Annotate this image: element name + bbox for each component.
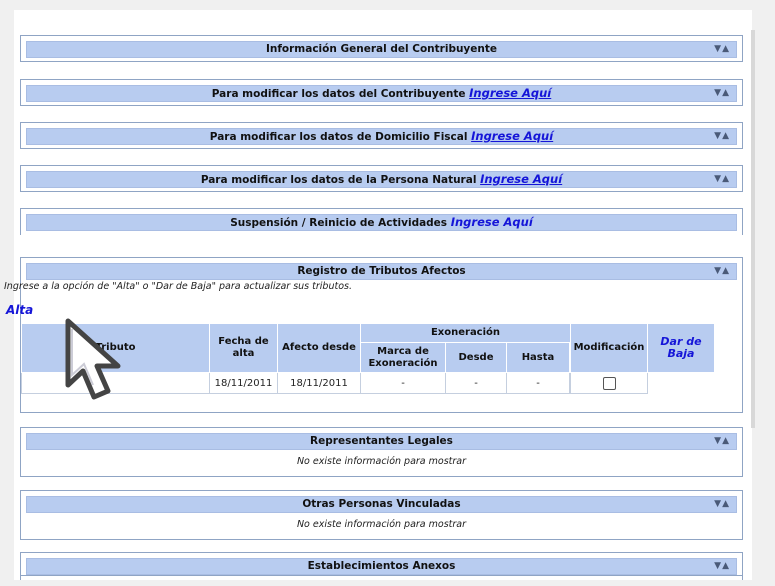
- col-desde: Desde: [445, 342, 507, 373]
- panel-header[interactable]: Otras Personas Vinculadas ▼▲: [26, 496, 737, 513]
- collapse-expand-icon[interactable]: ▼▲: [714, 264, 730, 279]
- panel-info-general: Información General del Contribuyente ▼▲: [20, 35, 743, 62]
- col-afecto-desde: Afecto desde: [277, 323, 361, 373]
- panel-header[interactable]: Registro de Tributos Afectos ▼▲: [26, 263, 737, 280]
- ingrese-aqui-link[interactable]: Ingrese Aquí: [480, 172, 562, 186]
- cell-desde: -: [445, 372, 507, 394]
- panel-title: Para modificar los datos de Domicilio Fi…: [209, 131, 468, 143]
- panel-title: Información General del Contribuyente: [265, 43, 498, 55]
- col-fecha-alta: Fecha de alta: [209, 323, 278, 373]
- panel-suspension: Suspensión / Reinicio de Actividades Ing…: [20, 208, 743, 235]
- collapse-expand-icon[interactable]: ▼▲: [714, 172, 730, 187]
- cell-marca: -: [360, 372, 446, 394]
- tributos-instructions: Ingrese a la opción de "Alta" o "Dar de …: [4, 281, 352, 292]
- panel-title: Otras Personas Vinculadas: [302, 498, 461, 510]
- panel-header: Para modificar los datos de Domicilio Fi…: [26, 128, 737, 145]
- panel-header: Suspensión / Reinicio de Actividades Ing…: [26, 214, 737, 231]
- alta-link[interactable]: Alta: [6, 303, 33, 317]
- ingrese-aqui-link[interactable]: Ingrese Aquí: [469, 86, 551, 100]
- ingrese-aqui-link[interactable]: Ingrese Aquí: [471, 129, 553, 143]
- dar-baja-checkbox[interactable]: [602, 376, 616, 390]
- panel-title: Para modificar los datos de la Persona N…: [200, 174, 477, 186]
- col-dar-baja: Dar de Baja: [647, 323, 715, 373]
- collapse-expand-icon[interactable]: ▼▲: [714, 86, 730, 101]
- collapse-expand-icon[interactable]: ▼▲: [714, 497, 730, 512]
- col-hasta: Hasta: [506, 342, 570, 373]
- scrollbar[interactable]: [751, 30, 755, 428]
- collapse-expand-icon[interactable]: ▼▲: [714, 42, 730, 57]
- empty-message: No existe información para mostrar: [296, 519, 467, 530]
- col-modificacion: Modificación: [570, 323, 648, 373]
- cell-dar-baja: [570, 372, 648, 394]
- panel-mod-persona: Para modificar los datos de la Persona N…: [20, 165, 743, 192]
- col-exoneracion: Exoneración: [360, 322, 571, 344]
- panel-representantes: Representantes Legales ▼▲ No existe info…: [20, 427, 743, 477]
- col-tributo: Tributo: [21, 323, 210, 373]
- panel-title: Suspensión / Reinicio de Actividades: [230, 217, 448, 229]
- cell-afecto-desde: 18/11/2011: [277, 372, 361, 394]
- ingrese-aqui-link[interactable]: Ingrese Aquí: [451, 215, 533, 229]
- divider: [20, 575, 743, 576]
- panel-header[interactable]: Representantes Legales ▼▲: [26, 433, 737, 450]
- cell-fecha-alta: 18/11/2011: [209, 372, 278, 394]
- empty-message: No existe información para mostrar: [296, 456, 467, 467]
- cell-hasta: -: [506, 372, 570, 394]
- panel-title: Registro de Tributos Afectos: [297, 265, 466, 277]
- cell-tributo: [21, 372, 210, 394]
- col-marca-exoneracion: Marca de Exoneración: [360, 342, 446, 373]
- panel-mod-domicilio: Para modificar los datos de Domicilio Fi…: [20, 122, 743, 149]
- panel-header: Para modificar los datos de la Persona N…: [26, 171, 737, 188]
- panel-title: Representantes Legales: [310, 435, 453, 447]
- panel-header[interactable]: Información General del Contribuyente ▼▲: [26, 41, 737, 58]
- panel-header[interactable]: Establecimientos Anexos ▼▲: [26, 558, 737, 575]
- panel-otras-personas: Otras Personas Vinculadas ▼▲ No existe i…: [20, 490, 743, 540]
- tributos-table: Tributo Fecha de alta Afecto desde Exone…: [21, 322, 715, 394]
- panel-header: Para modificar los datos del Contribuyen…: [26, 85, 737, 102]
- panel-title: Para modificar los datos del Contribuyen…: [211, 88, 466, 100]
- panel-mod-contribuyente: Para modificar los datos del Contribuyen…: [20, 79, 743, 106]
- collapse-expand-icon[interactable]: ▼▲: [714, 434, 730, 449]
- table-row: 18/11/2011 18/11/2011 - - -: [21, 372, 715, 394]
- collapse-expand-icon[interactable]: ▼▲: [714, 559, 730, 574]
- panel-title: Establecimientos Anexos: [307, 560, 456, 572]
- collapse-expand-icon[interactable]: ▼▲: [714, 129, 730, 144]
